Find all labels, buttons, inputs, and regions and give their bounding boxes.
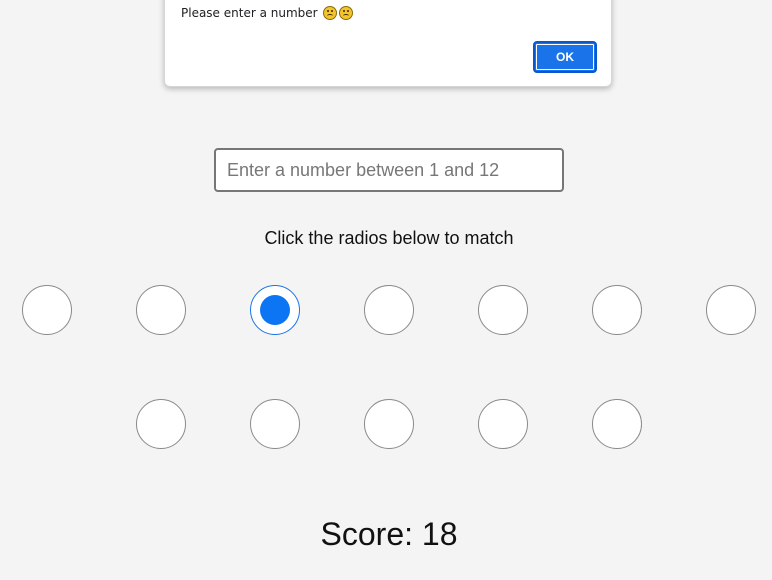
alert-dialog: Please enter a number OK — [164, 0, 612, 87]
radio-7[interactable] — [706, 285, 756, 335]
radio-4[interactable] — [364, 285, 414, 335]
frowning-face-icon — [323, 6, 338, 20]
radio-5[interactable] — [478, 285, 528, 335]
radio-12[interactable] — [592, 399, 642, 449]
alert-message-text: Please enter a number — [181, 6, 318, 20]
radio-3[interactable] — [250, 285, 300, 335]
radio-2[interactable] — [136, 285, 186, 335]
radio-1[interactable] — [22, 285, 72, 335]
radio-10[interactable] — [364, 399, 414, 449]
alert-message: Please enter a number — [181, 6, 354, 20]
score-text: Score: 18 — [320, 516, 458, 552]
frowning-face-icon — [339, 6, 354, 20]
radio-8[interactable] — [136, 399, 186, 449]
radio-6[interactable] — [592, 285, 642, 335]
radio-11[interactable] — [478, 399, 528, 449]
instructions-text: Click the radios below to match — [264, 228, 514, 248]
radio-9[interactable] — [250, 399, 300, 449]
page: Please enter a number OK Click the radio… — [0, 0, 772, 580]
ok-button[interactable]: OK — [533, 41, 597, 73]
number-input[interactable] — [214, 148, 564, 192]
